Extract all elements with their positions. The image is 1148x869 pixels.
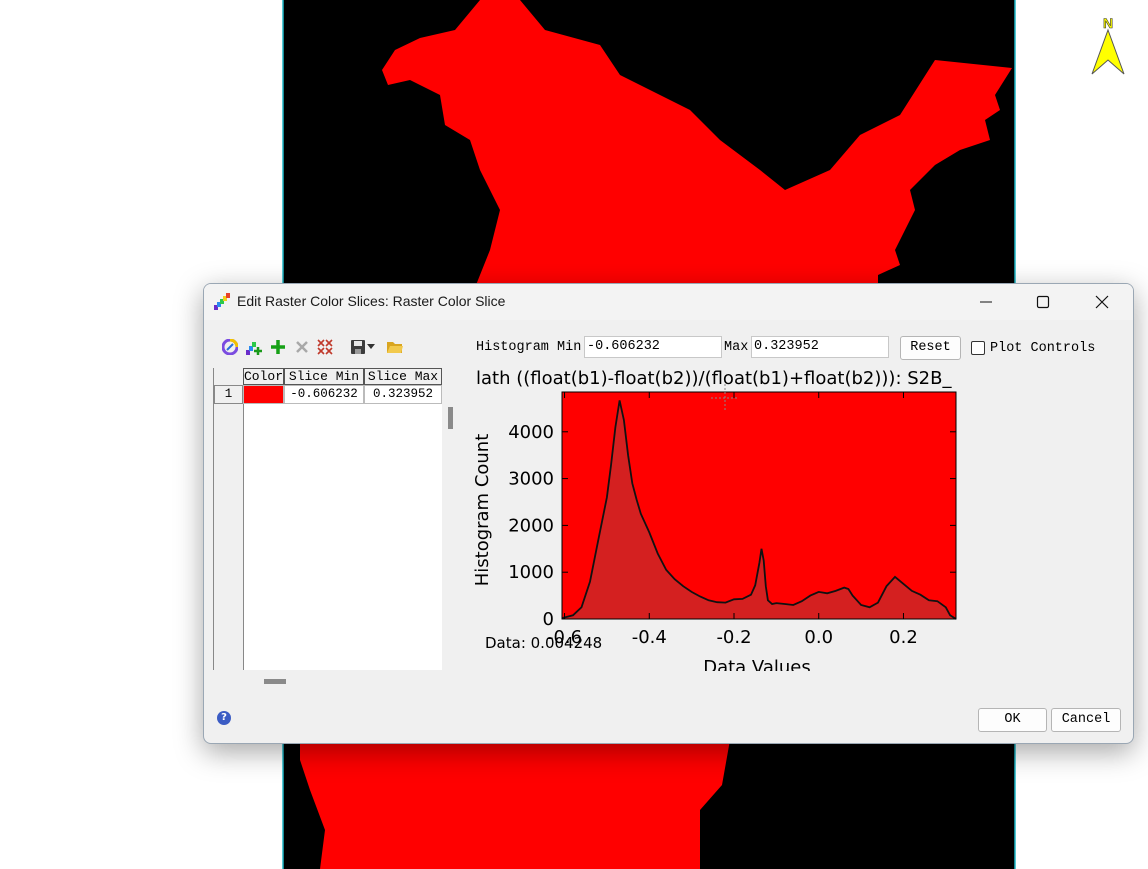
help-icon[interactable]: ?: [217, 711, 231, 725]
map-region-lower: [300, 740, 730, 869]
maximize-icon: [1036, 295, 1050, 309]
table-vertical-scrollbar[interactable]: [448, 407, 453, 429]
edit-raster-color-slices-dialog: Edit Raster Color Slices: Raster Color S…: [203, 283, 1134, 744]
row-header-column: [214, 368, 244, 670]
x-tick-label: 0.0: [804, 627, 833, 648]
save-dropdown-button[interactable]: [365, 337, 377, 357]
ok-button[interactable]: OK: [978, 708, 1047, 732]
x-tick-label: -0.2: [716, 627, 751, 648]
delete-all-icon: [317, 339, 333, 355]
header-slice-max[interactable]: Slice Max: [364, 368, 442, 385]
histogram-max-label: Max: [724, 340, 749, 355]
add-slice-button[interactable]: [268, 337, 288, 357]
cursor-readout: Data: 0.004248: [485, 634, 602, 652]
wheel-pen: [226, 343, 234, 351]
row-index[interactable]: 1: [214, 385, 243, 404]
delete-all-glyph-3: [317, 347, 325, 355]
delete-all-glyph-2: [325, 339, 333, 347]
maximize-glyph: [1036, 295, 1050, 309]
histogram-max-field[interactable]: 0.323952: [751, 336, 889, 358]
icon-step-5: [226, 293, 230, 298]
y-tick-label: 1000: [508, 562, 554, 583]
plot-controls-checkbox[interactable]: [971, 341, 985, 355]
x-axis-label: Data Values: [703, 657, 811, 671]
cancel-button[interactable]: Cancel: [1051, 708, 1121, 732]
north-arrow-icon: N: [1091, 15, 1125, 75]
dialog-title: Edit Raster Color Slices: Raster Color S…: [237, 293, 506, 309]
color-wheel-icon: [222, 339, 238, 355]
save-label-area: [354, 341, 362, 346]
table-horizontal-scrollbar[interactable]: [264, 679, 286, 684]
y-tick-label: 2000: [508, 515, 554, 536]
delete-icon: [296, 341, 308, 353]
header-slice-min[interactable]: Slice Min: [284, 368, 364, 385]
save-dropdown-icon: [367, 344, 375, 349]
auto-slice-icon: [246, 342, 262, 355]
north-arrow-shape: [1091, 28, 1125, 75]
color-wheel-button[interactable]: [220, 337, 240, 357]
close-glyph: [1095, 295, 1109, 309]
plot-controls-label: Plot Controls: [990, 341, 1096, 356]
delete-all-glyph-1: [317, 339, 325, 347]
header-color[interactable]: Color: [243, 368, 284, 385]
auto-step-3: [252, 342, 256, 347]
color-slice-table[interactable]: Color Slice Min Slice Max 1 -0.606232 0.…: [213, 368, 442, 670]
open-folder-icon: [387, 342, 403, 353]
minimize-icon: [980, 301, 992, 303]
delete-slice-button[interactable]: [292, 337, 312, 357]
add-icon: [271, 340, 285, 354]
y-tick-label: 0: [543, 609, 554, 630]
delete-all-slices-button[interactable]: [315, 337, 335, 357]
chart-title: lath ((float(b1)-float(b2))/(float(b1)+f…: [476, 368, 952, 389]
maximize-button[interactable]: [1020, 284, 1066, 320]
histogram-min-field[interactable]: -0.606232: [584, 336, 722, 358]
open-folder-button[interactable]: [385, 337, 405, 357]
auto-plus: [254, 347, 262, 355]
histogram-min-label: Histogram Min: [476, 340, 582, 355]
auto-slice-button[interactable]: [244, 337, 264, 357]
save-icon: [351, 340, 365, 354]
raster-color-slice-icon: [214, 293, 230, 310]
add-glyph: [271, 340, 285, 354]
close-button[interactable]: [1079, 284, 1125, 320]
y-tick-label: 4000: [508, 422, 554, 443]
save-shutter: [355, 349, 361, 354]
reset-button[interactable]: Reset: [900, 336, 961, 360]
slice-min-cell[interactable]: -0.606232: [284, 385, 364, 404]
x-tick-label: 0.2: [889, 627, 918, 648]
y-tick-label: 3000: [508, 469, 554, 490]
slice-color-cell[interactable]: [243, 385, 284, 404]
delete-glyph: [296, 341, 308, 353]
dialog-titlebar[interactable]: Edit Raster Color Slices: Raster Color S…: [204, 284, 1133, 320]
minimize-button[interactable]: [963, 284, 1009, 320]
y-axis-label: Histogram Count: [474, 434, 493, 587]
x-tick-label: -0.4: [632, 627, 667, 648]
close-icon: [1095, 295, 1109, 309]
delete-all-glyph-4: [325, 347, 333, 355]
histogram-plot[interactable]: lath ((float(b1)-float(b2))/(float(b1)+f…: [474, 366, 984, 671]
slice-max-cell[interactable]: 0.323952: [364, 385, 442, 404]
dropdown-glyph: [367, 344, 375, 349]
